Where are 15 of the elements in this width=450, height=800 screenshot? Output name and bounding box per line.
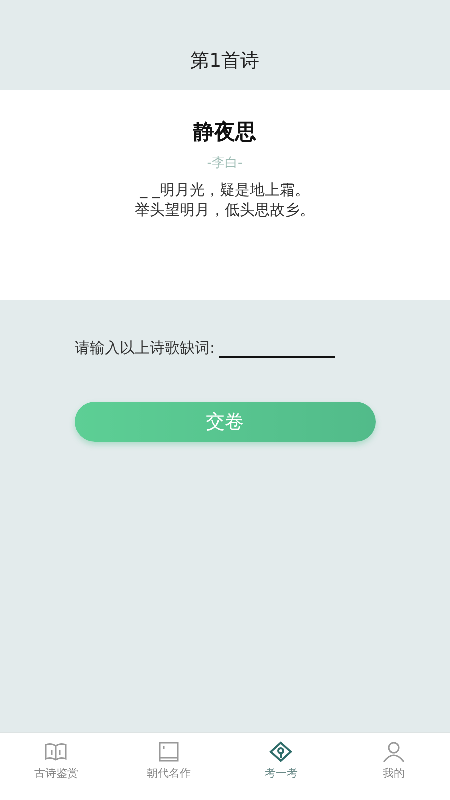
nav-tab[interactable]: 古诗鉴赏	[0, 733, 112, 800]
submit-button[interactable]: 交卷	[74, 402, 376, 442]
open-book-icon	[44, 741, 68, 763]
poem-line: 举头望明月，低头思故乡。	[135, 200, 315, 220]
nav-tab[interactable]: 朝代名作	[112, 733, 225, 800]
nav-tab[interactable]: 我的	[338, 733, 450, 800]
nav-tab[interactable]: 考一考	[225, 733, 338, 800]
pen-nib-icon	[269, 741, 294, 763]
poem-author: -李白-	[207, 155, 243, 172]
poem-title: 静夜思	[194, 119, 256, 146]
page-title: 第1首诗	[190, 49, 260, 74]
frame-icon	[156, 741, 181, 763]
person-icon	[382, 741, 406, 763]
answer-label: 请输入以上诗歌缺词:	[75, 339, 216, 358]
poem-line: _ _明月光，疑是地上霜。	[140, 180, 310, 200]
